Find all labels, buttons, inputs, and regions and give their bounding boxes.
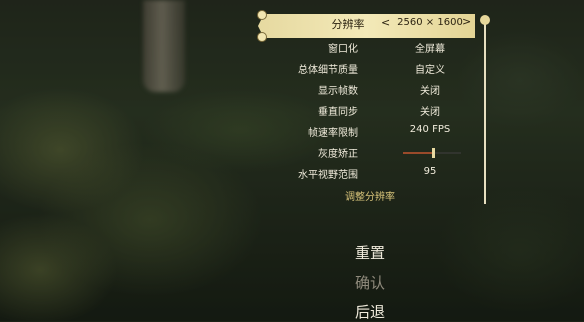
reset-button[interactable]: 重置 xyxy=(330,242,410,263)
adjust-resolution-link[interactable]: 调整分辨率 xyxy=(340,188,400,203)
framerate-limit-value[interactable]: 240 FPS xyxy=(395,124,465,135)
windowed-value[interactable]: 全屏幕 xyxy=(395,40,465,55)
back-button[interactable]: 后退 xyxy=(330,301,410,322)
gamma-slider-fill xyxy=(403,152,433,154)
windowed-label: 窗口化 xyxy=(328,44,358,55)
show-fps-label: 显示帧数 xyxy=(318,86,358,97)
resolution-value: 2560 × 1600 xyxy=(397,17,463,28)
gamma-slider[interactable] xyxy=(403,148,461,158)
resolution-label: 分辨率 xyxy=(331,18,365,31)
confirm-button[interactable]: 确认 xyxy=(330,272,410,293)
gamma-slider-handle[interactable] xyxy=(432,148,435,158)
gamma-label: 灰度矫正 xyxy=(318,149,358,160)
vsync-value[interactable]: 关闭 xyxy=(395,103,465,118)
detail-quality-value[interactable]: 自定义 xyxy=(395,61,465,76)
settings-scrollbar[interactable] xyxy=(484,21,486,204)
fov-label: 水平视野范围 xyxy=(298,170,358,181)
settings-scrollbar-thumb[interactable] xyxy=(480,15,490,25)
show-fps-value[interactable]: 关闭 xyxy=(395,82,465,97)
fov-value[interactable]: 95 xyxy=(395,166,465,177)
resolution-next-button[interactable]: > xyxy=(462,15,471,28)
resolution-prev-button[interactable]: < xyxy=(381,16,390,29)
ornament-top-icon xyxy=(258,11,266,19)
detail-quality-label: 总体细节质量 xyxy=(298,65,358,76)
framerate-limit-label: 帧速率限制 xyxy=(308,128,358,139)
ornament-bottom-icon xyxy=(258,33,266,41)
vsync-label: 垂直同步 xyxy=(318,107,358,118)
